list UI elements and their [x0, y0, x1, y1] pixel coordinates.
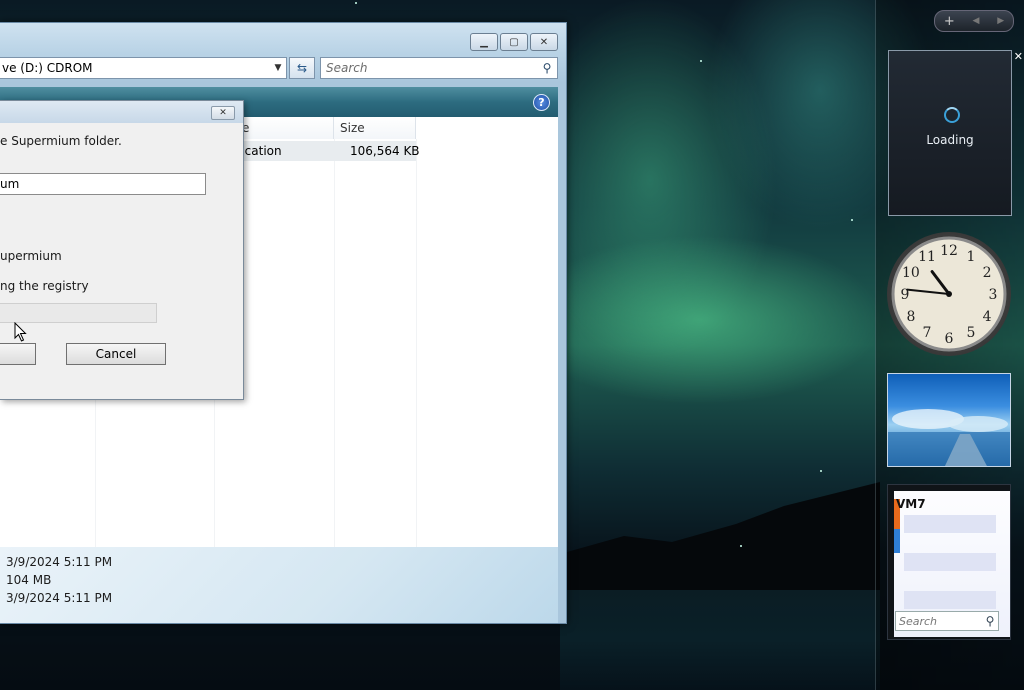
clock-gadget[interactable]: 12 1 2 3 4 5 6 7 8 9 10 11: [887, 232, 1011, 356]
next-icon[interactable]: ▶: [997, 16, 1004, 26]
file-type: lication: [238, 144, 282, 158]
dialog-close-button[interactable]: ✕: [211, 106, 235, 120]
prev-icon[interactable]: ◀: [973, 16, 980, 26]
clock-numeral: 7: [923, 325, 932, 341]
star: [820, 470, 822, 472]
desktop-mountain: [560, 482, 880, 590]
sidebar-controls: + ◀ ▶: [934, 10, 1014, 32]
clock-numeral: 6: [945, 331, 954, 347]
loading-gadget[interactable]: Loading: [888, 50, 1012, 216]
slideshow-image: [888, 409, 1010, 466]
chevron-down-icon[interactable]: ▼: [270, 63, 286, 73]
dialog-instruction: e Supermium folder.: [0, 134, 122, 148]
detail-size: 104 MB: [6, 573, 52, 587]
detail-date-created: 3/9/2024 5:11 PM: [6, 591, 113, 605]
column-divider: [334, 139, 335, 547]
loading-text: Loading: [926, 133, 974, 147]
clock-numeral: 5: [967, 325, 976, 341]
search-icon[interactable]: ⚲: [537, 61, 557, 75]
cancel-button[interactable]: Cancel: [66, 343, 166, 365]
dialog-titlebar: ✕: [0, 101, 243, 123]
column-header-type[interactable]: e: [236, 117, 334, 139]
star: [355, 2, 357, 4]
clock-numeral: 4: [983, 309, 992, 325]
refresh-button[interactable]: ⇆: [289, 57, 315, 79]
star: [740, 545, 742, 547]
note-line[interactable]: [904, 515, 996, 533]
notes-paper: VM7 Search ⚲: [894, 491, 1010, 637]
refresh-icon: ⇆: [296, 61, 308, 75]
mouse-cursor-icon: [14, 322, 27, 342]
installer-dialog: ✕ e Supermium folder. um upermium ng the…: [0, 100, 244, 400]
note-line[interactable]: [904, 553, 996, 571]
notes-gadget[interactable]: VM7 Search ⚲: [887, 484, 1011, 640]
search-box[interactable]: Search ⚲: [320, 57, 558, 79]
clock-numeral: 10: [902, 265, 920, 281]
clock-icon: 12 1234567891011: [891, 236, 1007, 352]
detail-date-modified: 3/9/2024 5:11 PM: [6, 555, 113, 569]
notes-search-input[interactable]: Search: [896, 615, 982, 628]
clock-numeral: 11: [918, 249, 936, 265]
close-icon: ✕: [539, 36, 549, 48]
install-path-field[interactable]: um: [0, 173, 206, 195]
back-button[interactable]: [0, 343, 36, 365]
search-icon[interactable]: ⚲: [982, 614, 998, 628]
notes-title: VM7: [896, 497, 926, 511]
dialog-status-line-2: ng the registry: [0, 279, 89, 293]
help-icon[interactable]: ?: [533, 94, 550, 111]
close-button[interactable]: ✕: [530, 33, 558, 51]
file-size: 106,564 KB: [350, 144, 420, 158]
note-line[interactable]: [904, 591, 996, 609]
clock-numeral: 3: [989, 287, 998, 303]
spinner-icon: [944, 107, 960, 123]
address-bar[interactable]: ve (D:) CDROM ▼: [0, 57, 287, 79]
maximize-button[interactable]: ▢: [500, 33, 528, 51]
column-header-label: Size: [340, 121, 365, 135]
clock-numeral: 8: [906, 309, 915, 325]
address-text: ve (D:) CDROM: [2, 61, 93, 75]
cancel-label: Cancel: [95, 347, 137, 361]
clock-numeral: 2: [983, 265, 992, 281]
clock-numeral: 12: [940, 243, 958, 259]
dialog-status-line-1: upermium: [0, 249, 62, 263]
notes-tab-blue: [894, 529, 900, 553]
window-controls: ▁ ▢ ✕: [470, 33, 558, 51]
star: [700, 60, 702, 62]
column-header-size[interactable]: Size: [334, 117, 416, 139]
minimize-icon: ▁: [480, 36, 488, 48]
notes-search-box[interactable]: Search ⚲: [895, 611, 999, 631]
add-gadget-button[interactable]: +: [944, 14, 955, 29]
details-pane: 3/9/2024 5:11 PM 104 MB 3/9/2024 5:11 PM: [0, 547, 558, 623]
search-input[interactable]: Search: [321, 61, 537, 75]
desktop-water: [560, 590, 880, 690]
gadget-close-icon[interactable]: ✕: [1014, 50, 1023, 63]
star: [851, 219, 853, 221]
clock-numeral: 1: [967, 249, 976, 265]
install-progress-bar: [0, 303, 157, 323]
maximize-icon: ▢: [509, 36, 519, 48]
minimize-button[interactable]: ▁: [470, 33, 498, 51]
column-divider: [416, 139, 417, 547]
slideshow-gadget[interactable]: [887, 373, 1011, 467]
